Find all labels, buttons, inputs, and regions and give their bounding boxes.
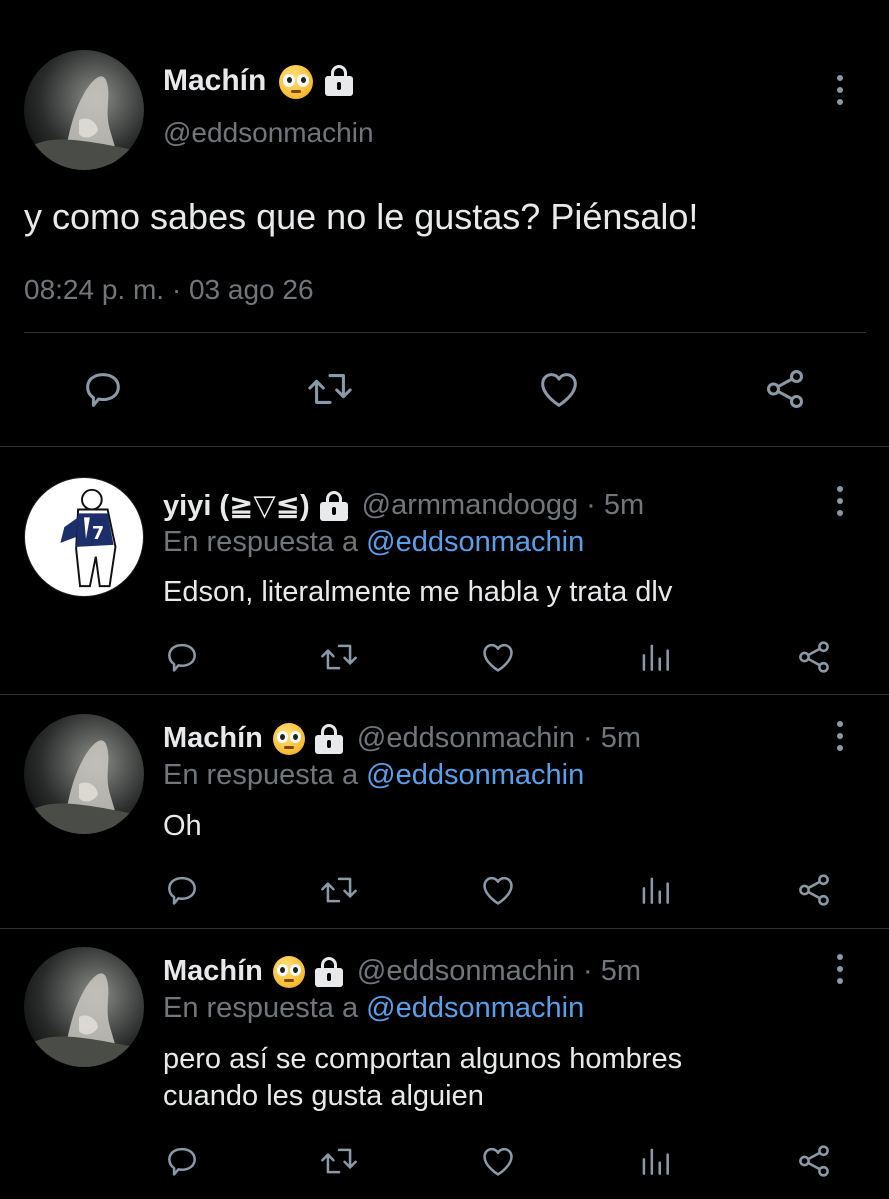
retweet-button[interactable] <box>318 1142 360 1180</box>
share-button[interactable] <box>762 366 808 412</box>
analytics-button[interactable] <box>636 638 674 676</box>
retweet-icon <box>321 644 357 670</box>
share-icon <box>766 370 804 408</box>
reply-icon <box>86 373 120 407</box>
like-button[interactable] <box>536 366 582 412</box>
divider <box>0 694 889 695</box>
svg-text:7: 7 <box>92 524 104 544</box>
lock-icon <box>323 63 355 97</box>
share-button[interactable] <box>795 1142 833 1180</box>
retweet-button[interactable] <box>318 638 360 676</box>
lock-icon <box>313 723 345 755</box>
more-options-icon[interactable] <box>835 486 845 516</box>
like-button[interactable] <box>479 1142 517 1180</box>
retweet-icon <box>321 1148 357 1174</box>
divider <box>24 332 866 333</box>
retweet-icon <box>321 877 357 903</box>
author-handle[interactable]: @eddsonmachin <box>163 117 374 149</box>
avatar-artwork: 7 <box>60 488 117 588</box>
reply-header: yiyi (≧▽≦) @armmandoogg · 5m <box>163 488 644 523</box>
reply-prefix: En respuesta a <box>163 992 359 1024</box>
analytics-icon <box>642 644 669 671</box>
flushed-face-emoji <box>272 955 305 988</box>
author-name[interactable]: Machín <box>163 955 263 988</box>
analytics-button[interactable] <box>636 1142 674 1180</box>
divider <box>0 928 889 929</box>
reply-time: · 5m <box>582 722 641 754</box>
analytics-icon <box>642 1148 669 1175</box>
avatar-artwork <box>34 973 134 1067</box>
reply-context: En respuesta a @eddsonmachin <box>163 992 584 1025</box>
reply-context: En respuesta a @eddsonmachin <box>163 759 584 792</box>
reply-button[interactable] <box>80 366 126 412</box>
avatar[interactable] <box>24 947 144 1067</box>
mention-link[interactable]: @eddsonmachin <box>366 992 584 1024</box>
reply-icon <box>168 1147 196 1176</box>
like-button[interactable] <box>479 638 517 676</box>
avatar[interactable] <box>24 50 144 170</box>
reply-icon <box>168 643 196 672</box>
lock-icon <box>318 490 350 522</box>
retweet-button[interactable] <box>318 871 360 909</box>
reply-time: · 5m <box>582 955 641 987</box>
reply-text: Edson, literalmente me habla y trata dlv <box>163 576 673 608</box>
avatar[interactable]: 7 <box>24 477 144 597</box>
author-handle[interactable]: @eddsonmachin <box>357 955 575 988</box>
reply-text-line: pero así se comportan algunos hombres <box>163 1043 683 1075</box>
reply-time: · 5m <box>586 489 645 521</box>
reply-icon <box>168 876 196 905</box>
reply-header: Machín @eddsonmachin · 5m <box>163 722 641 755</box>
share-icon <box>799 641 829 673</box>
more-options-icon[interactable] <box>835 75 845 105</box>
lock-icon <box>313 956 345 988</box>
reply-header: Machín @eddsonmachin · 5m <box>163 955 641 988</box>
reply-text-line: cuando les gusta alguien <box>163 1080 484 1112</box>
share-button[interactable] <box>795 638 833 676</box>
reply-button[interactable] <box>163 638 201 676</box>
share-icon <box>799 1145 829 1177</box>
flushed-face-emoji <box>272 722 305 755</box>
author-handle[interactable]: @eddsonmachin <box>357 722 575 755</box>
analytics-icon <box>642 877 669 904</box>
like-icon <box>541 373 577 407</box>
author-handle[interactable]: @armmandoogg <box>362 489 578 522</box>
avatar[interactable] <box>24 714 144 834</box>
more-options-icon[interactable] <box>835 721 845 751</box>
share-icon <box>799 874 829 906</box>
share-button[interactable] <box>795 871 833 909</box>
avatar-artwork <box>34 740 134 834</box>
reply-prefix: En respuesta a <box>163 759 359 791</box>
reply-button[interactable] <box>163 1142 201 1180</box>
like-icon <box>483 1147 513 1176</box>
more-options-icon[interactable] <box>835 954 845 984</box>
retweet-button[interactable] <box>305 366 355 412</box>
avatar-artwork <box>34 76 134 170</box>
tweet-text: y como sabes que no le gustas? Piénsalo! <box>24 196 699 237</box>
retweet-icon <box>308 374 352 404</box>
reply-button[interactable] <box>163 871 201 909</box>
author-name[interactable]: Machín <box>163 722 263 755</box>
reply-context: En respuesta a @eddsonmachin <box>163 526 584 559</box>
flushed-face-emoji <box>279 65 313 99</box>
mention-link[interactable]: @eddsonmachin <box>366 526 584 558</box>
like-button[interactable] <box>479 871 517 909</box>
like-icon <box>483 876 513 905</box>
analytics-button[interactable] <box>636 871 674 909</box>
reply-text: Oh <box>163 810 202 842</box>
reply-prefix: En respuesta a <box>163 526 359 558</box>
tweet-timestamp[interactable]: 08:24 p. m. · 03 ago 26 <box>24 274 314 306</box>
like-icon <box>483 643 513 672</box>
divider <box>0 446 889 447</box>
mention-link[interactable]: @eddsonmachin <box>366 759 584 791</box>
author-name[interactable]: yiyi (≧▽≦) <box>163 488 310 523</box>
author-name[interactable]: Machín <box>163 64 266 98</box>
